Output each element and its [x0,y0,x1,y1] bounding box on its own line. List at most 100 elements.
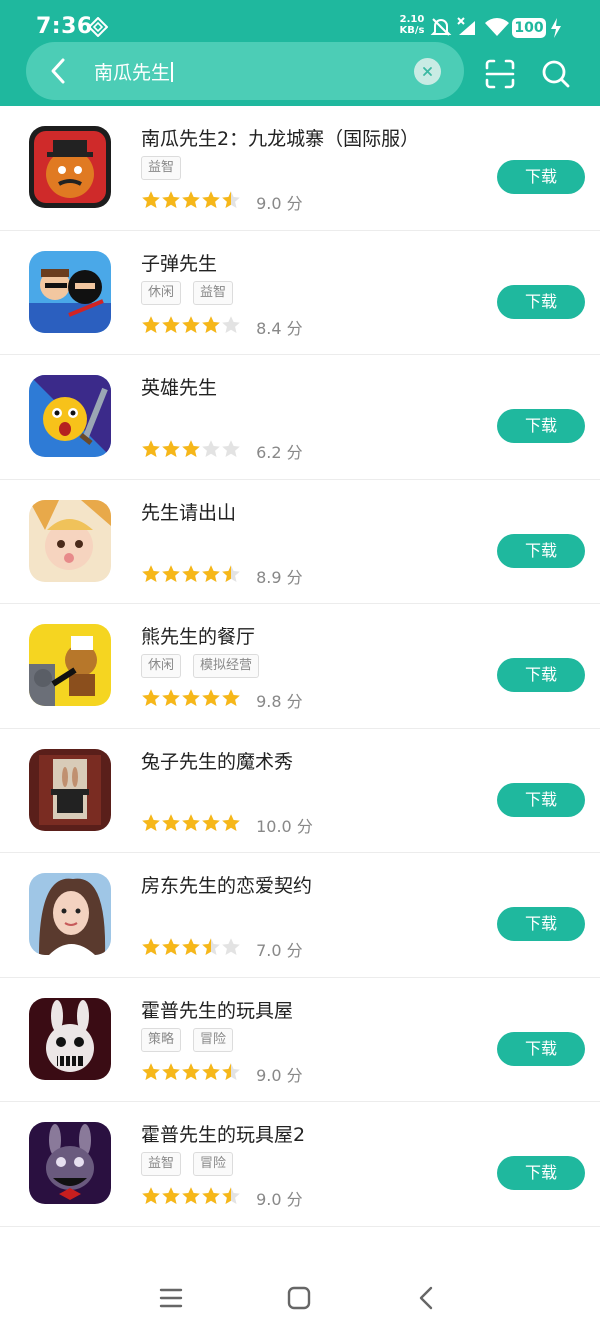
app-tags: 益智 [141,156,193,180]
star-icon [142,191,160,208]
app-name: 房东先生的恋爱契约 [141,875,313,897]
list-item[interactable]: 房东先生的恋爱契约 7.0 分 下载 [0,853,600,978]
download-button[interactable]: 下载 [497,284,585,319]
star-icon [202,938,220,955]
home-icon[interactable] [285,1284,313,1312]
app-notification-icon [87,16,109,38]
star-icon [202,191,220,208]
list-item[interactable]: 霍普先生的玩具屋 策略 冒险 9.0 分 下载 [0,978,600,1102]
app-name: 先生请出山 [141,501,237,524]
download-button[interactable]: 下载 [497,160,585,194]
app-icon-bullet[interactable] [29,250,111,333]
star-icon [142,689,160,706]
app-rating: 7.0 分 [141,937,303,960]
app-tag: 益智 [193,280,234,305]
app-icon-hope-toyhouse-2[interactable] [29,1122,111,1204]
app-tags: 益智 冒险 [141,1152,245,1176]
list-item[interactable]: 熊先生的餐厅 休闲 模拟经营 9.8 分 下载 [0,604,600,729]
search-icon[interactable] [540,58,572,90]
app-icon-hope-toyhouse[interactable] [29,997,111,1080]
app-name: 霍普先生的玩具屋2 [141,1124,306,1146]
app-icon-pumpkin[interactable] [29,126,111,208]
rating-score: 8.9 分 [256,567,303,587]
app-icon-landlord[interactable] [29,873,111,955]
star-icon [222,564,240,582]
star-icon [162,689,180,706]
rating-score: 9.8 分 [256,692,303,711]
star-icon [182,564,200,582]
download-button[interactable]: 下载 [497,1031,585,1066]
app-tag: 益智 [141,156,182,180]
list-item[interactable]: 霍普先生的玩具屋2 益智 冒险 9.0 分 下载 [0,1102,600,1227]
charging-icon [550,18,562,42]
star-icon [142,813,160,831]
app-name: 霍普先生的玩具屋 [141,999,294,1022]
app-tag: 休闲 [141,654,182,678]
download-button[interactable]: 下载 [497,1156,585,1190]
system-nav-bar [0,1262,600,1333]
scan-icon[interactable] [484,58,516,90]
app-tag: 益智 [141,1152,182,1176]
star-icon [162,440,180,457]
star-icon [222,1062,240,1080]
star-icon [142,1187,160,1204]
rating-stars [141,688,241,712]
app-rating: 8.9 分 [141,564,303,587]
star-icon [202,689,220,706]
back-arrow-icon[interactable] [44,56,74,86]
list-item[interactable]: 南瓜先生2：九龙城寨（国际服） 益智 9.0 分 下载 [0,106,600,231]
star-icon [162,1187,180,1204]
battery-level: 100 [512,18,546,38]
app-icon-magic-rabbit[interactable] [29,748,111,831]
app-rating: 9.0 分 [141,190,303,213]
download-button[interactable]: 下载 [497,907,585,941]
menu-icon[interactable] [157,1284,185,1312]
star-icon [222,191,240,208]
star-icon [202,564,220,582]
clear-icon[interactable] [414,58,441,85]
search-input[interactable]: 南瓜先生 [94,58,173,85]
download-button[interactable]: 下载 [497,658,585,692]
list-item[interactable]: 子弹先生 休闲 益智 8.4 分 下载 [0,231,600,355]
app-rating: 9.0 分 [141,1062,303,1085]
star-icon [182,315,200,333]
rating-stars [141,1062,241,1086]
app-name: 南瓜先生2：九龙城寨（国际服） [141,128,420,150]
app-icon-mountain[interactable] [29,499,111,582]
rating-score: 9.0 分 [256,194,303,213]
rating-stars [141,190,241,214]
search-bar[interactable]: 南瓜先生 [26,42,464,100]
app-rating: 9.0 分 [141,1186,303,1209]
list-item[interactable]: 兔子先生的魔术秀 10.0 分 下载 [0,729,600,853]
app-icon-hero[interactable] [29,375,111,457]
star-icon [182,1062,200,1080]
download-button[interactable]: 下载 [497,533,585,568]
text-caret [171,62,173,82]
list-item[interactable]: 先生请出山 8.9 分 下载 [0,480,600,604]
star-icon [202,440,220,457]
star-icon [182,1187,200,1204]
rating-stars [141,315,241,339]
app-tag: 休闲 [141,280,182,305]
app-rating: 9.8 分 [141,688,303,711]
star-icon [162,813,180,831]
star-icon [142,440,160,457]
app-rating: 6.2 分 [141,439,303,462]
star-icon [182,191,200,208]
rating-score: 8.4 分 [256,318,303,338]
star-icon [182,813,200,831]
rating-score: 7.0 分 [256,941,303,960]
app-name: 子弹先生 [141,252,218,275]
back-icon[interactable] [413,1284,441,1312]
download-button[interactable]: 下载 [497,409,585,443]
star-icon [222,440,240,457]
net-speed: 2.10 KB/s [398,14,426,36]
star-icon [182,938,200,955]
rating-stars [141,813,241,837]
bell-muted-icon [430,16,452,42]
list-item[interactable]: 英雄先生 6.2 分 下载 [0,355,600,480]
download-button[interactable]: 下载 [497,782,585,817]
rating-score: 9.0 分 [256,1065,303,1085]
rating-stars [141,564,241,588]
app-icon-bear[interactable] [29,624,111,706]
